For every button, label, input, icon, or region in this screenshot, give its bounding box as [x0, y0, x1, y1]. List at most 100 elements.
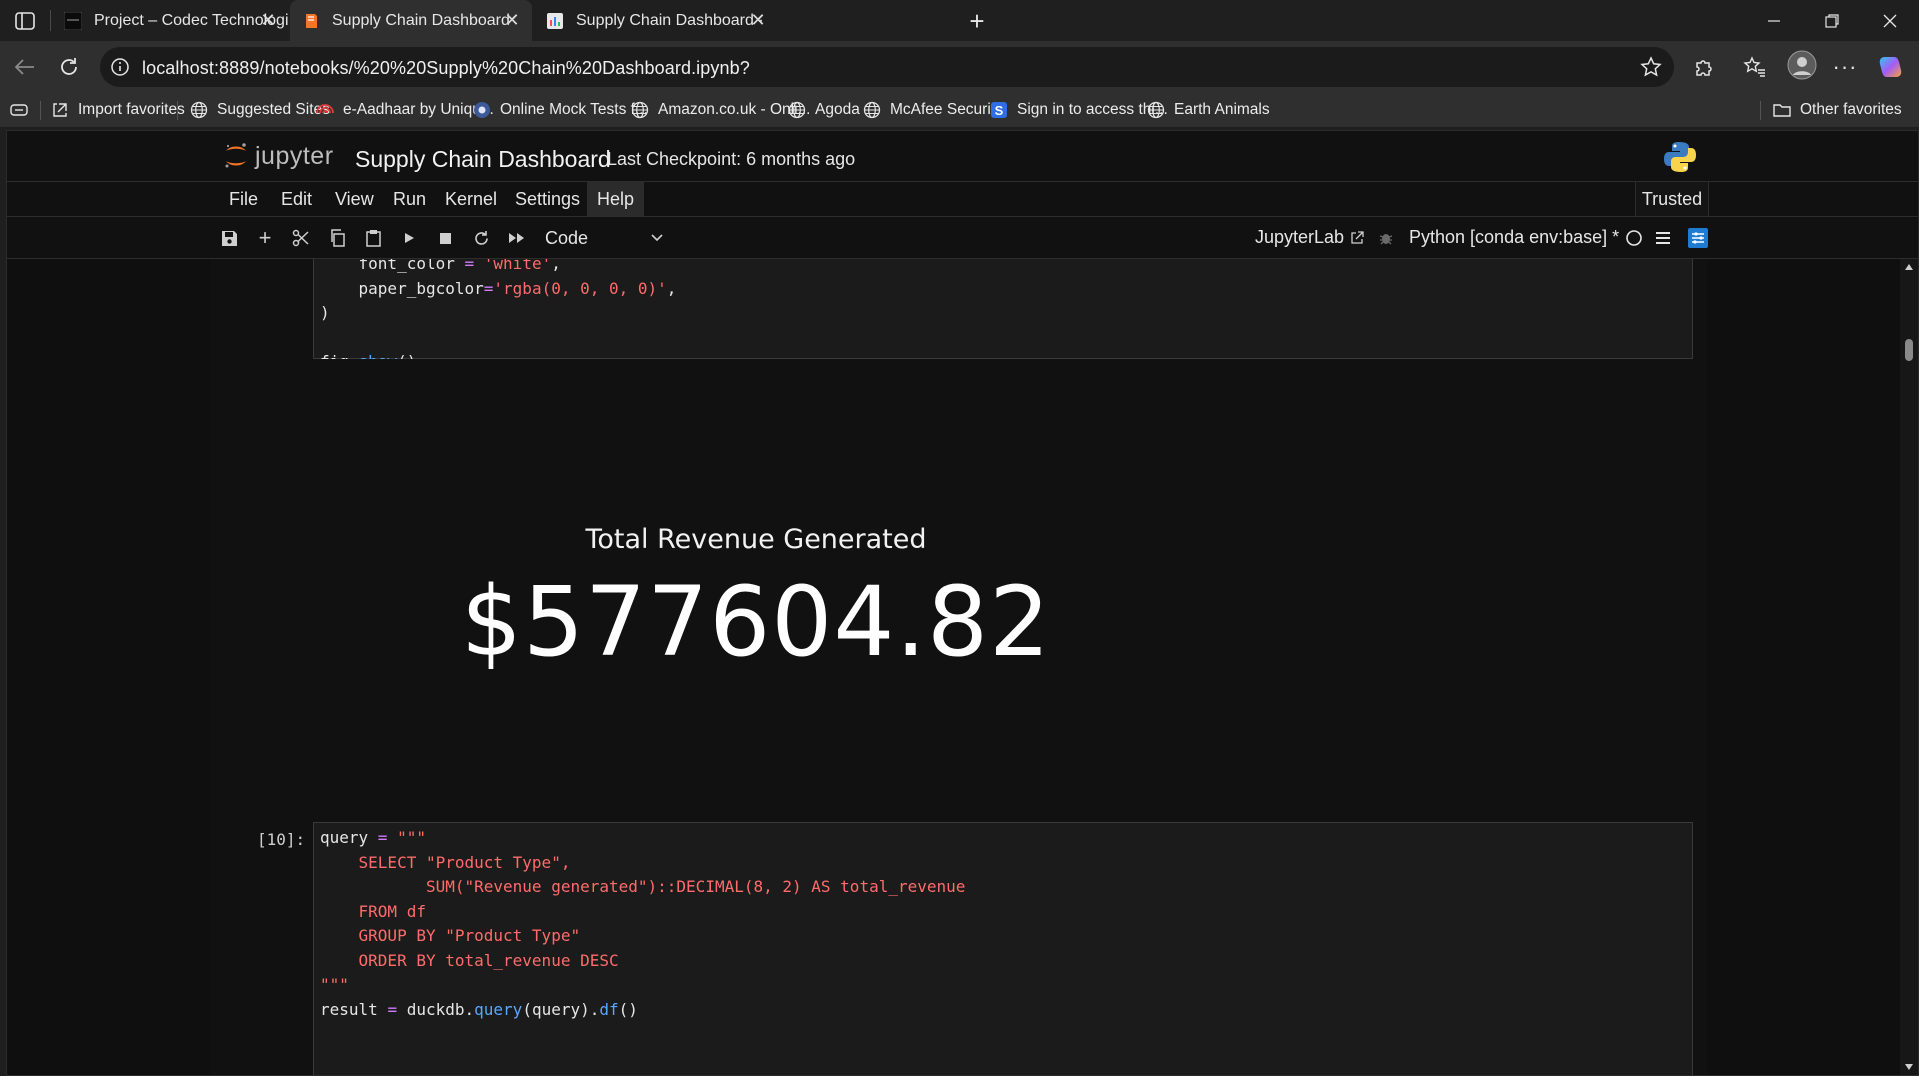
globe-icon	[1146, 100, 1166, 120]
save-button[interactable]	[218, 227, 240, 249]
navigation-bar: localhost:8889/notebooks/%20%20Supply%20…	[0, 41, 1919, 92]
play-icon	[405, 233, 414, 243]
copilot-icon	[1879, 57, 1902, 77]
scroll-up-icon[interactable]	[1904, 263, 1914, 271]
fav-other-favorites[interactable]: Other favorites	[1772, 98, 1902, 122]
close-icon[interactable]: ✕	[502, 10, 522, 30]
fav-e-aadhaar[interactable]: e-Aadhaar by Uniqu...	[315, 98, 494, 122]
globe-icon	[787, 100, 807, 120]
tab-actions-button[interactable]	[10, 8, 40, 34]
scrollbar-thumb[interactable]	[1905, 339, 1913, 361]
copilot-button[interactable]	[1876, 52, 1906, 82]
site-info-icon[interactable]	[110, 57, 130, 77]
tab-separator	[50, 10, 51, 31]
property-inspector-button[interactable]	[1687, 227, 1709, 249]
fav-suggested-sites[interactable]: Suggested Sites	[189, 98, 330, 122]
restart-kernel-button[interactable]	[470, 227, 492, 249]
divider	[177, 101, 178, 120]
fav-amazon[interactable]: Amazon.co.uk - Onli...	[630, 98, 810, 122]
tab-codec[interactable]: Project – Codec Technologies ✕	[52, 0, 288, 41]
favorites-list-icon	[1743, 56, 1765, 77]
close-icon[interactable]: ✕	[258, 10, 278, 30]
favorites-button[interactable]	[1740, 52, 1770, 82]
tab-title: Supply Chain Dashboard · Streaml	[576, 11, 762, 29]
mock-tests-icon	[472, 100, 492, 120]
tab-streamlit[interactable]: Supply Chain Dashboard · Streaml ✕	[534, 0, 778, 41]
browser-window: Project – Codec Technologies ✕ Supply Ch…	[0, 0, 1919, 1076]
menu-help[interactable]: Help	[587, 182, 645, 216]
tab-actions-icon	[15, 12, 35, 30]
code-line: FROM df	[320, 901, 426, 921]
paste-button[interactable]	[362, 227, 384, 249]
trusted-indicator[interactable]: Trusted	[1635, 182, 1709, 216]
jupyter-logo[interactable]: jupyter	[223, 141, 334, 171]
close-window-button[interactable]	[1861, 0, 1919, 41]
globe-icon	[862, 100, 882, 120]
fav-import-favorites[interactable]: Import favorites	[50, 98, 185, 122]
url-text[interactable]: localhost:8889/notebooks/%20%20Supply%20…	[142, 58, 750, 79]
restore-button[interactable]	[1803, 0, 1861, 41]
kpi-title: Total Revenue Generated	[585, 524, 927, 555]
menu-run[interactable]: Run	[383, 182, 436, 216]
address-bar[interactable]: localhost:8889/notebooks/%20%20Supply%20…	[100, 47, 1674, 87]
vertical-scrollbar[interactable]	[1900, 259, 1918, 1075]
fav-mcafee[interactable]: McAfee Security	[862, 98, 1003, 122]
run-cell-button[interactable]	[398, 227, 420, 249]
folder-icon	[1772, 100, 1792, 120]
code-line: paper_bgcolor='rgba(0, 0, 0, 0)',	[320, 278, 677, 298]
scroll-down-icon[interactable]	[1904, 1063, 1914, 1071]
code-cell-input[interactable]: font_color = 'white', paper_bgcolor='rgb…	[313, 259, 1693, 371]
external-link-icon	[1351, 230, 1364, 244]
code-line: """	[320, 975, 349, 994]
open-jupyterlab-link[interactable]: JupyterLab	[1255, 227, 1364, 248]
tab-supply-chain-notebook[interactable]: Supply Chain Dashboard ✕	[290, 0, 532, 41]
favorites-bar-menu[interactable]	[10, 98, 28, 122]
aadhaar-icon	[315, 100, 335, 120]
menu-view[interactable]: View	[325, 182, 384, 216]
list-icon	[1656, 232, 1670, 244]
kernel-name[interactable]: Python [conda env:base] *	[1409, 227, 1619, 248]
fav-earth-animals[interactable]: Earth Animals	[1146, 98, 1270, 122]
table-of-contents-button[interactable]	[1652, 227, 1674, 249]
code-editor[interactable]: font_color = 'white', paper_bgcolor='rgb…	[320, 259, 676, 375]
cell-prompt: [10]:	[257, 830, 306, 849]
code-line: SELECT "Product Type",	[320, 852, 571, 872]
interrupt-kernel-button[interactable]	[434, 227, 456, 249]
jupyter-page: jupyter Supply Chain Dashboard Last Chec…	[6, 130, 1919, 1076]
cut-button[interactable]	[290, 227, 312, 249]
back-button[interactable]	[9, 51, 41, 83]
extensions-button[interactable]	[1689, 52, 1719, 82]
minimize-button[interactable]	[1745, 0, 1803, 41]
new-tab-button[interactable]: +	[962, 6, 992, 36]
last-checkpoint: Last Checkpoint: 6 months ago	[607, 149, 856, 169]
fast-forward-icon	[509, 233, 524, 243]
menu-settings[interactable]: Settings	[505, 182, 590, 216]
restart-run-all-button[interactable]	[506, 227, 528, 249]
refresh-icon	[61, 58, 77, 75]
fav-label: Import favorites	[78, 101, 185, 118]
settings-more-button[interactable]: ···	[1830, 52, 1860, 82]
python-logo-icon	[1664, 142, 1696, 172]
code-cell-input[interactable]: query = """ SELECT "Product Type", SUM("…	[313, 822, 1693, 1075]
favorite-star-icon[interactable]	[1640, 56, 1662, 78]
menu-kernel[interactable]: Kernel	[435, 182, 507, 216]
fav-label: Earth Animals	[1174, 101, 1270, 118]
code-line: font_color = 'white',	[358, 259, 561, 273]
code-editor[interactable]: query = """ SELECT "Product Type", SUM("…	[320, 826, 965, 1022]
cell-output-kpi: Total Revenue Generated $577604.82	[313, 359, 1693, 829]
notebook-title[interactable]: Supply Chain Dashboard	[355, 146, 611, 173]
fav-online-mock-tests[interactable]: Online Mock Tests f...	[472, 98, 648, 122]
refresh-button[interactable]	[53, 51, 85, 83]
copy-button[interactable]	[326, 227, 348, 249]
menu-edit[interactable]: Edit	[271, 182, 322, 216]
close-icon[interactable]: ✕	[748, 10, 768, 30]
menu-file[interactable]: File	[219, 182, 268, 216]
profile-button[interactable]	[1785, 48, 1819, 82]
debugger-button[interactable]	[1375, 227, 1397, 249]
cell-type-select[interactable]: Code	[545, 225, 665, 251]
fav-label: McAfee Security	[890, 101, 1003, 118]
fav-sign-in[interactable]: S Sign in to access thi...	[989, 98, 1168, 122]
fav-agoda[interactable]: Agoda	[787, 98, 860, 122]
insert-cell-button[interactable]: +	[254, 225, 276, 250]
cell-type-value: Code	[545, 227, 589, 248]
